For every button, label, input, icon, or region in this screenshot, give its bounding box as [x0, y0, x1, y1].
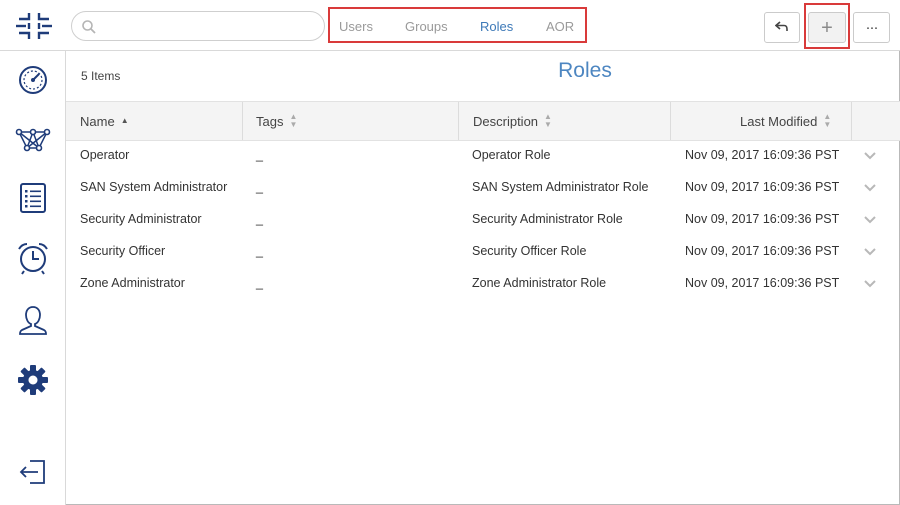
sidebar-item-network[interactable] [14, 121, 52, 159]
column-label: Name [80, 113, 115, 129]
tab-groups[interactable]: Groups [405, 19, 448, 34]
user-icon [19, 306, 47, 335]
cell-last-modified: Nov 09, 2017 16:09:36 PST [685, 244, 840, 258]
tab-roles[interactable]: Roles [480, 19, 513, 34]
column-divider[interactable] [670, 102, 671, 140]
column-label: Last Modified [740, 113, 818, 129]
main-content: 5 Items Roles Name ▲ Tags ▲ ▼ Description… [66, 51, 900, 505]
column-divider[interactable] [242, 102, 243, 140]
cell-name: Zone Administrator [80, 276, 185, 290]
column-label: Description [473, 113, 539, 129]
alarm-clock-icon [18, 243, 48, 275]
table-row[interactable]: Security Officer _ Security Officer Role… [66, 236, 900, 268]
cell-last-modified: Nov 09, 2017 16:09:36 PST [685, 276, 840, 290]
cell-tags: _ [256, 244, 263, 258]
dashboard-gauge-icon [19, 66, 47, 94]
chevron-down-icon[interactable] [863, 148, 877, 162]
column-header-last-modified[interactable]: Last Modified ▲ ▼ [740, 102, 850, 140]
cell-last-modified: Nov 09, 2017 16:09:36 PST [685, 180, 840, 194]
cell-name: SAN System Administrator [80, 180, 228, 194]
search-box[interactable] [71, 11, 325, 41]
tab-aor[interactable]: AOR [546, 19, 574, 34]
column-header-description[interactable]: Description ▲ ▼ [473, 102, 673, 140]
table-row[interactable]: Security Administrator _ Security Admini… [66, 204, 900, 236]
chevron-down-icon[interactable] [863, 276, 877, 290]
sort-icon: ▲ ▼ [289, 112, 298, 129]
sidebar-item-alarms[interactable] [14, 239, 52, 277]
sidebar-item-dashboard[interactable] [14, 61, 52, 99]
cell-name: Operator [80, 148, 130, 162]
cell-description: Zone Administrator Role [472, 276, 607, 290]
sidebar-item-logout[interactable] [14, 453, 52, 491]
table-row[interactable]: SAN System Administrator _ SAN System Ad… [66, 172, 900, 204]
cell-name: Security Officer [80, 244, 166, 258]
more-options-button[interactable]: ··· [853, 12, 890, 43]
chevron-down-icon[interactable] [863, 212, 877, 226]
sort-icon: ▲ ▼ [823, 112, 832, 129]
brand-logo-icon[interactable] [14, 9, 54, 43]
cell-description: Operator Role [472, 148, 551, 162]
logout-icon [19, 460, 45, 484]
page-title: Roles [558, 59, 612, 82]
top-bar: Users Groups Roles AOR + ··· [0, 0, 900, 51]
search-icon [81, 19, 97, 35]
more-dots-icon: ··· [865, 18, 879, 36]
sort-ascending-icon: ▲ [120, 116, 129, 125]
table-row[interactable]: Operator _ Operator Role Nov 09, 2017 16… [66, 140, 900, 172]
cell-tags: _ [256, 276, 263, 290]
section-tabs: Users Groups Roles AOR [328, 7, 587, 43]
list-icon [20, 183, 46, 213]
chevron-down-icon[interactable] [863, 244, 877, 258]
cell-name: Security Administrator [80, 212, 202, 226]
table-row[interactable]: Zone Administrator _ Zone Administrator … [66, 268, 900, 300]
table-header: Name ▲ Tags ▲ ▼ Description ▲ ▼ Last Modif… [66, 101, 900, 141]
back-button[interactable] [764, 12, 800, 43]
cell-tags: _ [256, 180, 263, 194]
column-divider[interactable] [851, 102, 852, 140]
sidebar-item-users[interactable] [14, 301, 52, 339]
cell-description: Security Officer Role [472, 244, 587, 258]
add-button[interactable]: + [808, 12, 846, 43]
gear-icon [18, 365, 48, 395]
undo-arrow-icon [774, 19, 789, 37]
sidebar [0, 51, 66, 505]
network-topology-icon [15, 128, 51, 152]
tab-users[interactable]: Users [339, 19, 373, 34]
sidebar-item-list[interactable] [14, 179, 52, 217]
chevron-down-icon[interactable] [863, 180, 877, 194]
column-divider[interactable] [458, 102, 459, 140]
cell-tags: _ [256, 212, 263, 226]
plus-icon: + [821, 16, 833, 39]
sidebar-item-settings[interactable] [14, 361, 52, 399]
cell-description: Security Administrator Role [472, 212, 623, 226]
cell-last-modified: Nov 09, 2017 16:09:36 PST [685, 148, 840, 162]
column-header-tags[interactable]: Tags ▲ ▼ [256, 102, 456, 140]
column-header-name[interactable]: Name ▲ [80, 102, 240, 140]
cell-tags: _ [256, 148, 263, 162]
cell-last-modified: Nov 09, 2017 16:09:36 PST [685, 212, 840, 226]
column-label: Tags [256, 113, 284, 129]
cell-description: SAN System Administrator Role [472, 180, 649, 194]
search-input[interactable] [102, 16, 317, 36]
sort-icon: ▲ ▼ [544, 112, 552, 129]
